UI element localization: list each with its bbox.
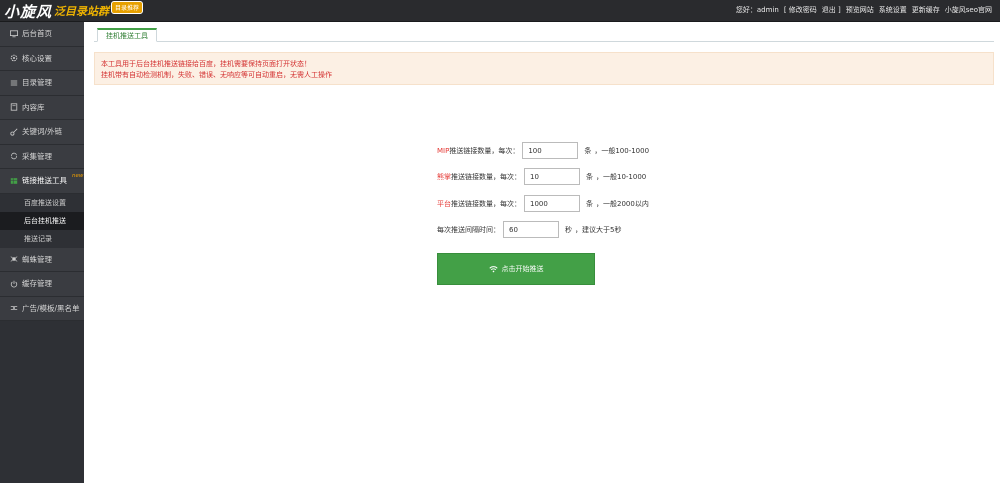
start-push-button[interactable]: 点击开始推送	[437, 253, 595, 285]
book-icon	[10, 103, 18, 111]
platform-count-row: 平台 推送链接数量，每次： 条 ，一般2000以内	[437, 195, 649, 212]
interval-row: 每次推送间隔时间： 秒 ，建议大于5秒	[437, 221, 621, 238]
row-unit: 秒	[565, 225, 572, 234]
row-highlight: 平台	[437, 199, 451, 208]
new-badge: new	[72, 173, 84, 179]
logo-main-text: 小旋风	[4, 2, 53, 21]
sidebar-item-collection[interactable]: 采集管理	[0, 145, 84, 169]
update-cache-link[interactable]: 更新缓存	[912, 5, 940, 15]
row-hint: ，建议大于5秒	[575, 225, 622, 234]
sidebar-item-label: 关键词/外链	[22, 127, 63, 137]
row-label: 每次推送间隔时间：	[437, 225, 500, 234]
sidebar-item-label: 核心设置	[22, 53, 52, 63]
tab-bar: 挂机推送工具	[94, 28, 994, 42]
sidebar-item-dashboard[interactable]: 后台首页	[0, 22, 84, 47]
sidebar: 后台首页 核心设置 目录管理 内容库 关键词/外链 采集管理 链接推送工具 ne…	[0, 22, 84, 483]
row-label: 推送链接数量，每次：	[449, 146, 520, 155]
sidebar-subitem-push-records[interactable]: 推送记录	[0, 229, 84, 248]
sidebar-item-core-settings[interactable]: 核心设置	[0, 47, 84, 71]
row-hint: ，一般2000以内	[596, 199, 649, 208]
top-header: 小旋风 泛目录站群 目录推荐 您好：admin [ 修改密码 退出 ] 预览网站…	[0, 0, 1000, 22]
sidebar-menu-lower: 蜘蛛管理 缓存管理 广告/模板/黑名单	[0, 247, 84, 321]
spider-icon	[10, 255, 18, 263]
platform-count-input[interactable]	[524, 195, 580, 212]
row-unit: 条	[586, 199, 593, 208]
notice-line: 本工具用于后台挂机推送链接给百度，挂机需要保持页面打开状态！	[101, 60, 311, 68]
logo-badge: 目录推荐	[111, 0, 144, 14]
change-password-link[interactable]: [ 修改密码	[784, 5, 817, 15]
top-nav: 您好：admin [ 修改密码 退出 ] 预览网站 系统设置 更新缓存 小旋风s…	[736, 5, 992, 15]
table-icon	[10, 177, 18, 185]
sidebar-item-keywords[interactable]: 关键词/外链	[0, 120, 84, 145]
list-icon	[10, 79, 18, 87]
xiongzhang-count-row: 熊掌 推送链接数量，每次： 条 ，一般10-1000	[437, 168, 646, 185]
sidebar-menu: 后台首页 核心设置 目录管理 内容库 关键词/外链 采集管理 链接推送工具 ne…	[0, 22, 84, 194]
wifi-icon	[488, 265, 498, 273]
sidebar-item-ads-templates[interactable]: 广告/模板/黑名单	[0, 297, 84, 321]
gear-icon	[10, 54, 18, 62]
mip-count-row: MIP 推送链接数量，每次： 条 ，一般100-1000	[437, 142, 649, 159]
row-hint: ，一般10-1000	[596, 172, 647, 181]
monitor-icon	[10, 30, 18, 38]
sidebar-item-label: 链接推送工具	[22, 176, 67, 186]
sidebar-item-label: 内容库	[22, 102, 45, 112]
sidebar-subitem-background-push[interactable]: 后台挂机推送	[0, 211, 84, 230]
shuffle-icon	[10, 304, 18, 312]
mip-count-input[interactable]	[522, 142, 579, 159]
xiongzhang-count-input[interactable]	[524, 168, 580, 185]
tab-background-push[interactable]: 挂机推送工具	[97, 28, 157, 42]
row-label: 推送链接数量，每次：	[451, 199, 521, 208]
sidebar-item-label: 后台首页	[22, 29, 52, 39]
preview-site-link[interactable]: 预览网站	[846, 5, 874, 15]
notice-line: 挂机带有自动检测机制，失败、错误、无响应等可自动重启，无需人工操作	[101, 70, 332, 79]
start-push-label: 点击开始推送	[501, 265, 544, 273]
sidebar-item-directory[interactable]: 目录管理	[0, 71, 84, 96]
logo[interactable]: 小旋风 泛目录站群 目录推荐	[4, 0, 144, 21]
key-icon	[10, 128, 18, 136]
row-label: 推送链接数量，每次：	[451, 172, 521, 181]
greeting-text: 您好：admin	[735, 6, 779, 14]
official-site-link[interactable]: 小旋风seo官网	[945, 5, 992, 15]
logout-link[interactable]: 退出 ]	[822, 5, 841, 15]
sidebar-item-content-library[interactable]: 内容库	[0, 96, 84, 120]
sync-icon	[10, 152, 18, 160]
sidebar-item-spider[interactable]: 蜘蛛管理	[0, 248, 84, 272]
interval-input[interactable]	[503, 221, 559, 238]
notice-box: 本工具用于后台挂机推送链接给百度，挂机需要保持页面打开状态！ 挂机带有自动检测机…	[94, 52, 994, 85]
main-content: 挂机推送工具 本工具用于后台挂机推送链接给百度，挂机需要保持页面打开状态！ 挂机…	[84, 22, 1000, 483]
sidebar-item-label: 缓存管理	[22, 279, 52, 289]
system-settings-link[interactable]: 系统设置	[879, 5, 907, 15]
row-highlight: 熊掌	[437, 172, 451, 181]
logo-sub-text: 泛目录站群	[54, 5, 110, 18]
power-icon	[10, 280, 18, 288]
sidebar-item-label: 蜘蛛管理	[22, 254, 52, 264]
sidebar-item-label: 目录管理	[22, 78, 52, 88]
sidebar-item-link-push[interactable]: 链接推送工具 new	[0, 169, 84, 194]
sidebar-subitem-baidu-settings[interactable]: 百度推送设置	[0, 193, 84, 212]
row-unit: 条	[586, 172, 593, 181]
row-unit: 条	[584, 146, 592, 155]
sidebar-item-label: 广告/模板/黑名单	[22, 303, 80, 313]
sidebar-item-label: 采集管理	[22, 151, 52, 161]
row-highlight: MIP	[437, 146, 450, 155]
sidebar-item-cache[interactable]: 缓存管理	[0, 272, 84, 297]
row-hint: ，一般100-1000	[594, 146, 650, 155]
